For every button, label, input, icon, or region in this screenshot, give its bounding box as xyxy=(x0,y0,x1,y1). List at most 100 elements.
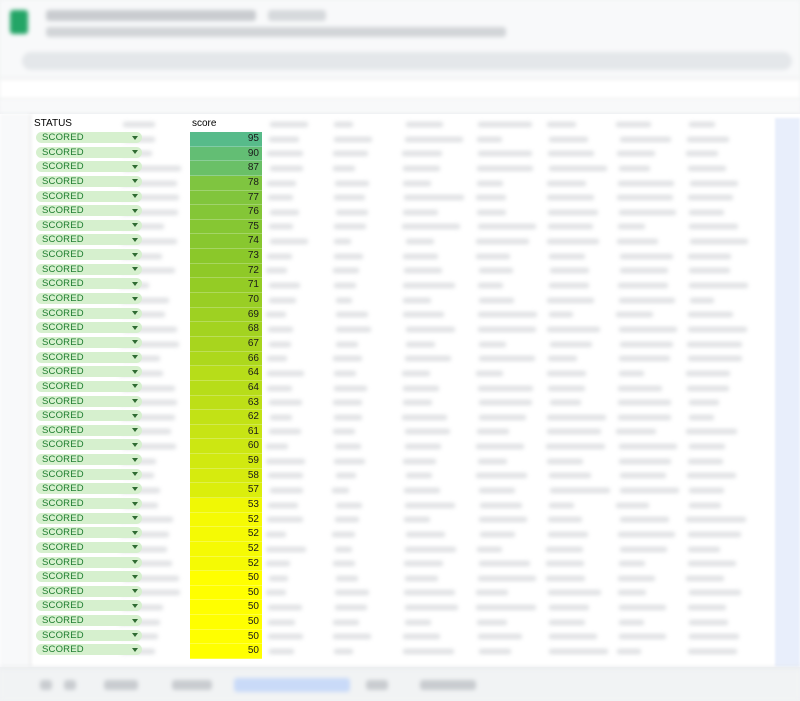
score-cell[interactable]: 64 xyxy=(190,381,262,396)
chevron-down-icon[interactable] xyxy=(132,209,138,213)
sheets-logo-icon[interactable] xyxy=(10,10,28,34)
status-dropdown-chip[interactable]: SCORED xyxy=(36,249,142,260)
score-cell[interactable]: 59 xyxy=(190,454,262,469)
score-cell[interactable]: 95 xyxy=(190,132,262,147)
menu-bar[interactable] xyxy=(46,27,506,37)
status-dropdown-chip[interactable]: SCORED xyxy=(36,644,142,655)
status-dropdown-chip[interactable]: SCORED xyxy=(36,425,142,436)
status-dropdown-chip[interactable]: SCORED xyxy=(36,264,142,275)
chevron-down-icon[interactable] xyxy=(132,282,138,286)
chevron-down-icon[interactable] xyxy=(132,414,138,418)
status-dropdown-chip[interactable]: SCORED xyxy=(36,234,142,245)
status-dropdown-chip[interactable]: SCORED xyxy=(36,527,142,538)
status-dropdown-chip[interactable]: SCORED xyxy=(36,600,142,611)
chevron-down-icon[interactable] xyxy=(132,179,138,183)
score-cell[interactable]: 63 xyxy=(190,396,262,411)
score-cell[interactable]: 50 xyxy=(190,600,262,615)
score-cell[interactable]: 73 xyxy=(190,249,262,264)
add-sheet-button[interactable] xyxy=(40,680,52,690)
score-cell[interactable]: 77 xyxy=(190,191,262,206)
chevron-down-icon[interactable] xyxy=(132,267,138,271)
chevron-down-icon[interactable] xyxy=(132,531,138,535)
status-dropdown-chip[interactable]: SCORED xyxy=(36,337,142,348)
chevron-down-icon[interactable] xyxy=(132,165,138,169)
score-cell[interactable]: 50 xyxy=(190,630,262,645)
score-cell[interactable]: 67 xyxy=(190,337,262,352)
status-dropdown-chip[interactable]: SCORED xyxy=(36,205,142,216)
all-sheets-button[interactable] xyxy=(64,680,76,690)
chevron-down-icon[interactable] xyxy=(132,253,138,257)
status-dropdown-chip[interactable]: SCORED xyxy=(36,586,142,597)
score-cell[interactable]: 57 xyxy=(190,483,262,498)
status-dropdown-chip[interactable]: SCORED xyxy=(36,439,142,450)
score-cell[interactable]: 64 xyxy=(190,366,262,381)
status-dropdown-chip[interactable]: SCORED xyxy=(36,220,142,231)
title-actions[interactable] xyxy=(268,10,326,21)
score-cell[interactable]: 60 xyxy=(190,439,262,454)
score-cell[interactable]: 53 xyxy=(190,498,262,513)
status-dropdown-chip[interactable]: SCORED xyxy=(36,278,142,289)
status-dropdown-chip[interactable]: SCORED xyxy=(36,615,142,626)
score-cell[interactable]: 52 xyxy=(190,557,262,572)
sheet-tab[interactable] xyxy=(420,680,476,690)
chevron-down-icon[interactable] xyxy=(132,575,138,579)
status-dropdown-chip[interactable]: SCORED xyxy=(36,308,142,319)
status-dropdown-chip[interactable]: SCORED xyxy=(36,454,142,465)
status-dropdown-chip[interactable]: SCORED xyxy=(36,542,142,553)
status-dropdown-chip[interactable]: SCORED xyxy=(36,469,142,480)
status-dropdown-chip[interactable]: SCORED xyxy=(36,498,142,509)
chevron-down-icon[interactable] xyxy=(132,370,138,374)
chevron-down-icon[interactable] xyxy=(132,136,138,140)
score-cell[interactable]: 50 xyxy=(190,644,262,659)
status-dropdown-chip[interactable]: SCORED xyxy=(36,381,142,392)
chevron-down-icon[interactable] xyxy=(132,604,138,608)
score-cell[interactable]: 75 xyxy=(190,220,262,235)
score-cell[interactable]: 66 xyxy=(190,352,262,367)
score-cell[interactable]: 76 xyxy=(190,205,262,220)
score-cell[interactable]: 58 xyxy=(190,469,262,484)
sheet-tab[interactable] xyxy=(172,680,212,690)
chevron-down-icon[interactable] xyxy=(132,311,138,315)
row-numbers[interactable] xyxy=(0,114,31,667)
score-cell[interactable]: 71 xyxy=(190,278,262,293)
score-cell[interactable]: 69 xyxy=(190,308,262,323)
score-cell[interactable]: 52 xyxy=(190,542,262,557)
document-title[interactable] xyxy=(46,10,256,21)
status-dropdown-chip[interactable]: SCORED xyxy=(36,191,142,202)
score-cell[interactable]: 50 xyxy=(190,586,262,601)
score-cell[interactable]: 72 xyxy=(190,264,262,279)
chevron-down-icon[interactable] xyxy=(132,502,138,506)
chevron-down-icon[interactable] xyxy=(132,150,138,154)
status-dropdown-chip[interactable]: SCORED xyxy=(36,161,142,172)
sheet-tab[interactable] xyxy=(104,680,138,690)
score-cell[interactable]: 50 xyxy=(190,615,262,630)
column-headers[interactable] xyxy=(0,100,800,115)
status-dropdown-chip[interactable]: SCORED xyxy=(36,630,142,641)
toolbar[interactable] xyxy=(22,52,792,70)
score-cell[interactable]: 52 xyxy=(190,513,262,528)
status-dropdown-chip[interactable]: SCORED xyxy=(36,366,142,377)
status-dropdown-chip[interactable]: SCORED xyxy=(36,557,142,568)
status-dropdown-chip[interactable]: SCORED xyxy=(36,396,142,407)
chevron-down-icon[interactable] xyxy=(132,589,138,593)
chevron-down-icon[interactable] xyxy=(132,545,138,549)
chevron-down-icon[interactable] xyxy=(132,560,138,564)
sheet-tab-active[interactable] xyxy=(234,678,350,692)
chevron-down-icon[interactable] xyxy=(132,399,138,403)
score-cell[interactable]: 74 xyxy=(190,234,262,249)
score-cell[interactable]: 61 xyxy=(190,425,262,440)
status-dropdown-chip[interactable]: SCORED xyxy=(36,352,142,363)
chevron-down-icon[interactable] xyxy=(132,384,138,388)
status-dropdown-chip[interactable]: SCORED xyxy=(36,147,142,158)
chevron-down-icon[interactable] xyxy=(132,194,138,198)
chevron-down-icon[interactable] xyxy=(132,428,138,432)
chevron-down-icon[interactable] xyxy=(132,355,138,359)
status-dropdown-chip[interactable]: SCORED xyxy=(36,513,142,524)
status-dropdown-chip[interactable]: SCORED xyxy=(36,293,142,304)
chevron-down-icon[interactable] xyxy=(132,458,138,462)
score-cell[interactable]: 68 xyxy=(190,322,262,337)
chevron-down-icon[interactable] xyxy=(132,633,138,637)
status-dropdown-chip[interactable]: SCORED xyxy=(36,132,142,143)
score-cell[interactable]: 52 xyxy=(190,527,262,542)
score-cell[interactable]: 78 xyxy=(190,176,262,191)
